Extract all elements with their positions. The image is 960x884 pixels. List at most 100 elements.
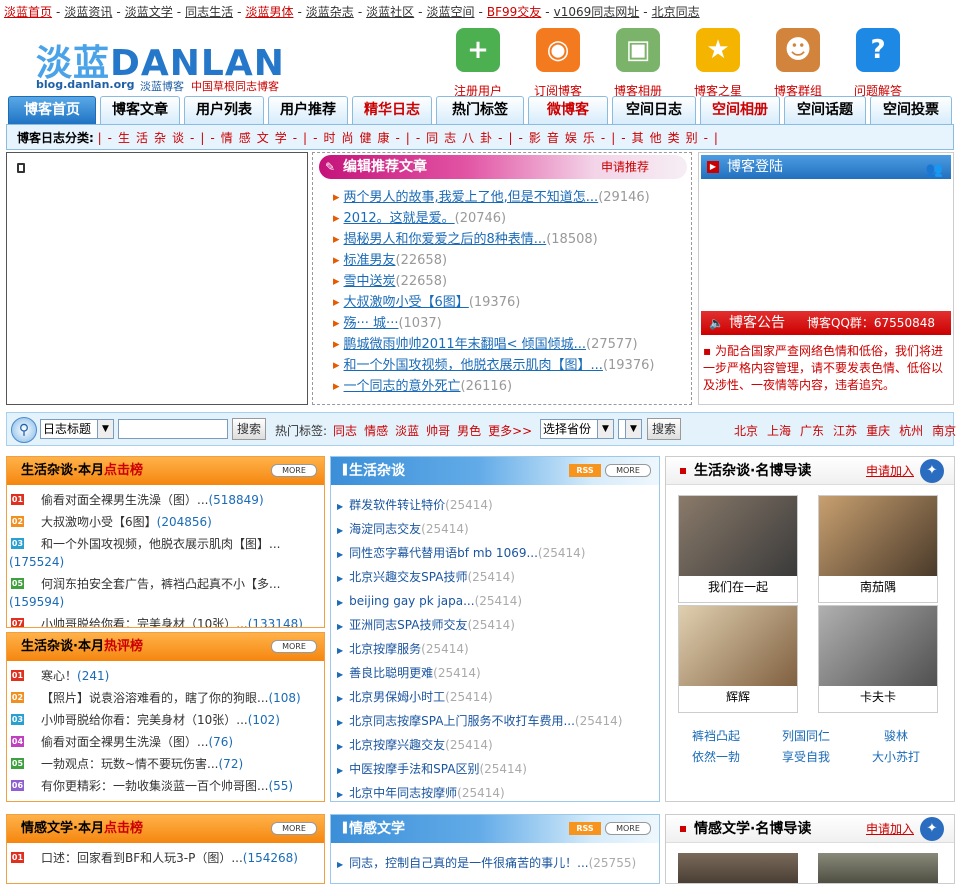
- featured-item[interactable]: ▸ 两个男人的故事,我爱上了他,但是不知道怎...(29146): [333, 187, 654, 208]
- more-button[interactable]: MORE: [605, 464, 651, 477]
- rank-item-title[interactable]: 【照片】说袁浴溶难看的，瞎了你的狗眼...: [41, 691, 268, 705]
- post-item-title[interactable]: 善良比聪明更难: [349, 666, 433, 680]
- post-item[interactable]: ▶ 北京中年同志按摩师(25414): [337, 781, 622, 801]
- header-icon-add-user[interactable]: + 注册用户: [440, 28, 516, 99]
- blog-photo-card[interactable]: 卡夫卡: [818, 605, 938, 713]
- city-link[interactable]: 江苏: [833, 424, 857, 438]
- tab-2[interactable]: 用户列表: [184, 96, 264, 124]
- more-button[interactable]: MORE: [271, 822, 317, 835]
- featured-item-title[interactable]: 2012。这就是爱。: [344, 211, 455, 226]
- tab-4[interactable]: 精华日志: [352, 96, 432, 124]
- rank-item[interactable]: 04 偷看对面全裸男生洗澡（图）...(76): [9, 731, 323, 753]
- post-item[interactable]: ▶ 同性恋字幕代替用语bf mb 1069...(25414): [337, 541, 622, 565]
- rank-item-title[interactable]: 一勃观点：玩数~情不要玩伤害...: [41, 757, 219, 771]
- featured-item[interactable]: ▸ 殇··· 城···(1037): [333, 313, 654, 334]
- blog-photo-card[interactable]: 我们在一起: [678, 495, 798, 603]
- topnav-link[interactable]: 淡蓝首页: [4, 5, 52, 19]
- header-icon-help[interactable]: ? 问题解答: [840, 28, 916, 99]
- rank-item[interactable]: 04(175524): [9, 551, 323, 573]
- hot-tag-link[interactable]: 淡蓝: [395, 424, 419, 438]
- tab-10[interactable]: 空间投票: [870, 96, 952, 124]
- rss-button[interactable]: RSS: [569, 464, 601, 477]
- header-icon-rss[interactable]: ◉ 订阅博客: [520, 28, 596, 99]
- post-item-title[interactable]: 北京按摩服务: [349, 642, 421, 656]
- rank-item[interactable]: 06(159594): [9, 591, 323, 613]
- topnav-link[interactable]: 淡蓝男体: [245, 5, 293, 19]
- featured-item-title[interactable]: 和一个外国攻视频，他脱衣展示肌肉【图】...: [344, 358, 603, 373]
- post-item[interactable]: ▶ 善良比聪明更难(25414): [337, 661, 622, 685]
- featured-item-title[interactable]: 一个同志的意外死亡: [344, 379, 461, 394]
- topnav-link[interactable]: 同志生活: [185, 5, 233, 19]
- search-type-select[interactable]: 日志标题 ▼: [40, 419, 114, 439]
- rank-item-title[interactable]: 小帅哥脱给你看：完美身材（10张）...: [41, 617, 248, 627]
- category-link[interactable]: -其他类别-|: [621, 131, 724, 145]
- rank-item-title[interactable]: 口述：回家看到BF和人玩3-P（图）...: [41, 851, 243, 865]
- featured-item[interactable]: ▸ 揭秘男人和你爱爱之后的8种表情...(18508): [333, 229, 654, 250]
- featured-item-title[interactable]: 揭秘男人和你爱爱之后的8种表情...: [344, 232, 547, 247]
- city-link[interactable]: 重庆: [866, 424, 890, 438]
- hot-tag-link[interactable]: 同志: [333, 424, 357, 438]
- post-item[interactable]: ▶ 同志，控制自己真的是一件很痛苦的事儿！...(25755): [337, 851, 636, 875]
- category-link[interactable]: -时尚健康-|: [313, 131, 416, 145]
- province-search-button[interactable]: 搜索: [647, 418, 681, 440]
- apply-join-link[interactable]: 申请加入: [866, 815, 914, 843]
- featured-item-title[interactable]: 标准男友: [344, 253, 396, 268]
- post-item[interactable]: ▶ 亚洲同志SPA技师交友(25414): [337, 613, 622, 637]
- featured-item-title[interactable]: 大叔激吻小受【6图】: [344, 295, 469, 310]
- rank-item[interactable]: 07 小帅哥脱给你看：完美身材（10张）...(133148): [9, 613, 323, 627]
- topnav-link[interactable]: BF99交友: [487, 5, 541, 19]
- rank-item-title[interactable]: 和一个外国攻视频，他脱衣展示肌肉【图】...: [41, 537, 280, 551]
- featured-item[interactable]: ▸ 一个同志的意外死亡(26116): [333, 376, 654, 397]
- more-button[interactable]: MORE: [605, 822, 651, 835]
- post-item[interactable]: ▶ 北京按摩兴趣交友(25414): [337, 733, 622, 757]
- featured-item[interactable]: ▸ 和一个外国攻视频，他脱衣展示肌肉【图】...(19376): [333, 355, 654, 376]
- topnav-link[interactable]: 淡蓝空间: [427, 5, 475, 19]
- rank-item[interactable]: 06 有你更精彩：一勃收集淡蓝一百个帅哥图...(55): [9, 775, 323, 797]
- header-icon-star[interactable]: ★ 博客之星: [680, 28, 756, 99]
- rank-item[interactable]: 02 大叔激吻小受【6图】(204856): [9, 511, 323, 533]
- rank-item[interactable]: 01 偷看对面全裸男生洗澡（图）...(518849): [9, 489, 323, 511]
- site-logo[interactable]: 淡蓝DANLAN blog.danlan.org 淡蓝博客 中国草根同志博客: [36, 34, 296, 93]
- city-link[interactable]: 广东: [800, 424, 824, 438]
- rss-button[interactable]: RSS: [569, 822, 601, 835]
- rank-item[interactable]: 01 口述：回家看到BF和人玩3-P（图）...(154268): [9, 847, 323, 869]
- city-select[interactable]: ▼: [618, 419, 642, 439]
- featured-item[interactable]: ▸ 雪中送炭(22658): [333, 271, 654, 292]
- tab-5[interactable]: 热门标签: [436, 96, 524, 124]
- post-item-title[interactable]: 同性恋字幕代替用语bf mb 1069...: [349, 546, 538, 560]
- post-item[interactable]: ▶ 中医按摩手法和SPA区别(25414): [337, 757, 622, 781]
- category-link[interactable]: |-生活杂谈-|: [98, 131, 211, 145]
- post-item-title[interactable]: 群发软件转让特价: [349, 498, 445, 512]
- featured-item-title[interactable]: 鹏城微雨帅帅2011年末翻唱< 倾国倾城...: [344, 337, 587, 352]
- rank-item-title[interactable]: 偷看对面全裸男生洗澡（图）...: [41, 493, 208, 507]
- post-item[interactable]: ▶ 北京按摩服务(25414): [337, 637, 622, 661]
- post-item-title[interactable]: 中医按摩手法和SPA区别: [349, 762, 479, 776]
- featured-item[interactable]: ▸ 大叔激吻小受【6图】(19376): [333, 292, 654, 313]
- blog-photo[interactable]: [818, 853, 938, 883]
- post-item-title[interactable]: 同志，控制自己真的是一件很痛苦的事儿！...: [349, 856, 588, 870]
- post-item-title[interactable]: 亚洲同志SPA技师交友: [349, 618, 467, 632]
- famous-blog-link[interactable]: 依然一勃: [692, 748, 740, 765]
- post-item-title[interactable]: 北京兴趣交友SPA技师: [349, 570, 467, 584]
- tab-9[interactable]: 空间话题: [784, 96, 866, 124]
- tab-3[interactable]: 用户推荐: [268, 96, 348, 124]
- famous-blog-link[interactable]: 列国同仁: [782, 727, 830, 744]
- topnav-link[interactable]: 淡蓝文学: [125, 5, 173, 19]
- tab-1[interactable]: 博客文章: [100, 96, 180, 124]
- more-button[interactable]: MORE: [271, 464, 317, 477]
- hot-tag-link[interactable]: 情感: [364, 424, 388, 438]
- more-button[interactable]: MORE: [271, 640, 317, 653]
- featured-item-title[interactable]: 雪中送炭: [344, 274, 396, 289]
- search-button[interactable]: 搜索: [232, 418, 266, 440]
- famous-blog-link[interactable]: 裤裆凸起: [692, 727, 740, 744]
- rank-item[interactable]: 02 【照片】说袁浴溶难看的，瞎了你的狗眼...(108): [9, 687, 323, 709]
- post-item-title[interactable]: 北京同志按摩SPA上门服务不收打车费用...: [349, 714, 575, 728]
- featured-item[interactable]: ▸ 2012。这就是爱。(20746): [333, 208, 654, 229]
- post-item-title[interactable]: 北京按摩兴趣交友: [349, 738, 445, 752]
- category-link[interactable]: -同志八卦-|: [416, 131, 519, 145]
- featured-item-title[interactable]: 两个男人的故事,我爱上了他,但是不知道怎...: [344, 190, 599, 205]
- rank-item[interactable]: 05 一勃观点：玩数~情不要玩伤害...(72): [9, 753, 323, 775]
- category-link[interactable]: -情感文学-|: [210, 131, 313, 145]
- topnav-link[interactable]: 淡蓝杂志: [306, 5, 354, 19]
- tab-7[interactable]: 空间日志: [612, 96, 696, 124]
